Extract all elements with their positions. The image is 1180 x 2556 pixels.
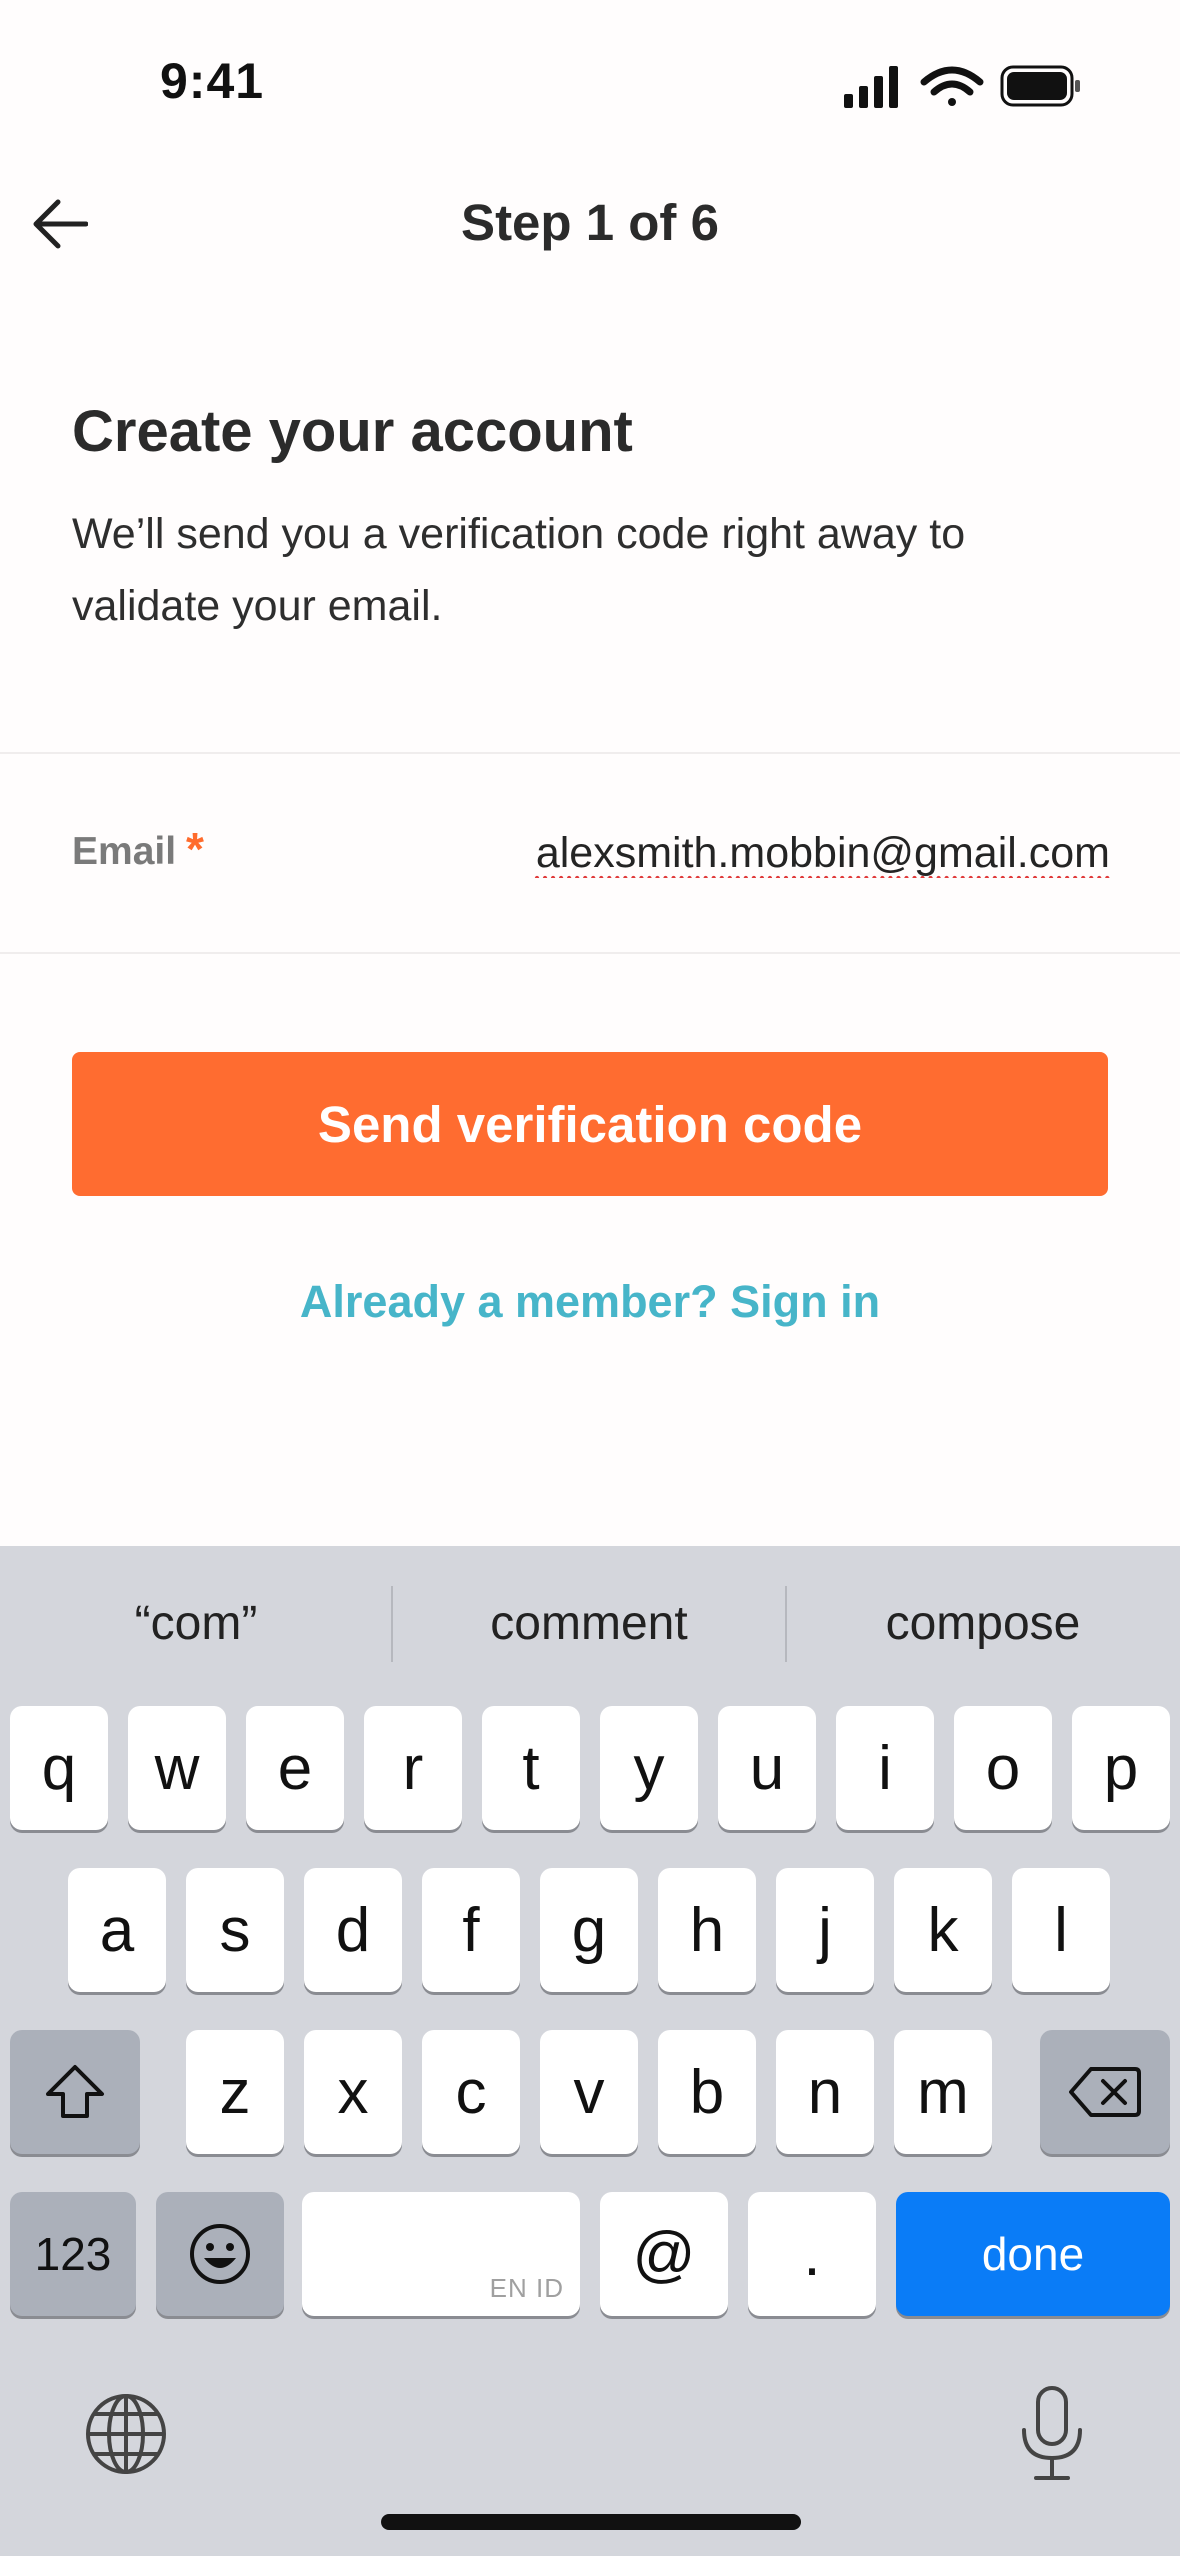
key-y[interactable]: y <box>600 1706 698 1830</box>
at-key[interactable]: @ <box>600 2192 728 2316</box>
key-u[interactable]: u <box>718 1706 816 1830</box>
status-time: 9:41 <box>160 53 265 109</box>
divider <box>0 952 1180 954</box>
send-verification-button[interactable]: Send verification code <box>72 1052 1108 1196</box>
globe-icon[interactable] <box>84 2392 168 2476</box>
key-b[interactable]: b <box>658 2030 756 2154</box>
dot-key[interactable]: . <box>748 2192 876 2316</box>
signal-icon <box>844 66 898 108</box>
suggestion-item[interactable]: compose <box>787 1596 1179 1651</box>
home-indicator <box>381 2514 801 2530</box>
email-field[interactable] <box>420 818 1110 888</box>
status-icons <box>844 65 1080 108</box>
emoji-key[interactable] <box>156 2192 284 2316</box>
suggestion-bar: “com” comment compose <box>0 1546 1180 1696</box>
space-key[interactable]: EN ID <box>302 2192 580 2316</box>
key-s[interactable]: s <box>186 1868 284 1992</box>
key-c[interactable]: c <box>422 2030 520 2154</box>
keyboard-language-hint: EN ID <box>489 2273 564 2303</box>
key-g[interactable]: g <box>540 1868 638 1992</box>
done-key[interactable]: done <box>896 2192 1170 2316</box>
key-v[interactable]: v <box>540 2030 638 2154</box>
key-h[interactable]: h <box>658 1868 756 1992</box>
key-d[interactable]: d <box>304 1868 402 1992</box>
key-e[interactable]: e <box>246 1706 344 1830</box>
email-label: Email <box>72 830 177 873</box>
suggestion-item[interactable]: comment <box>393 1596 785 1651</box>
divider <box>0 752 1180 754</box>
suggestion-item[interactable]: “com” <box>0 1596 392 1651</box>
key-o[interactable]: o <box>954 1706 1052 1830</box>
sign-in-link[interactable]: Already a member? Sign in <box>0 1276 1180 1328</box>
key-j[interactable]: j <box>776 1868 874 1992</box>
key-x[interactable]: x <box>304 2030 402 2154</box>
emoji-icon <box>190 2224 250 2284</box>
key-i[interactable]: i <box>836 1706 934 1830</box>
key-a[interactable]: a <box>68 1868 166 1992</box>
key-w[interactable]: w <box>128 1706 226 1830</box>
key-r[interactable]: r <box>364 1706 462 1830</box>
key-p[interactable]: p <box>1072 1706 1170 1830</box>
key-q[interactable]: q <box>10 1706 108 1830</box>
wifi-icon <box>920 66 984 106</box>
delete-key[interactable] <box>1040 2030 1170 2154</box>
page-title: Create your account <box>72 399 633 464</box>
microphone-icon[interactable] <box>1010 2384 1094 2484</box>
shift-key[interactable] <box>10 2030 140 2154</box>
shift-icon <box>46 2065 104 2118</box>
numbers-key[interactable]: 123 <box>10 2192 136 2316</box>
step-indicator: Step 1 of 6 <box>461 194 719 251</box>
required-indicator: * <box>186 823 204 875</box>
key-m[interactable]: m <box>894 2030 992 2154</box>
backspace-icon <box>1069 2067 1141 2117</box>
key-t[interactable]: t <box>482 1706 580 1830</box>
key-k[interactable]: k <box>894 1868 992 1992</box>
page-subtitle: We’ll send you a verification code right… <box>72 510 966 630</box>
key-f[interactable]: f <box>422 1868 520 1992</box>
key-l[interactable]: l <box>1012 1868 1110 1992</box>
key-n[interactable]: n <box>776 2030 874 2154</box>
key-z[interactable]: z <box>186 2030 284 2154</box>
battery-icon <box>1000 65 1080 107</box>
